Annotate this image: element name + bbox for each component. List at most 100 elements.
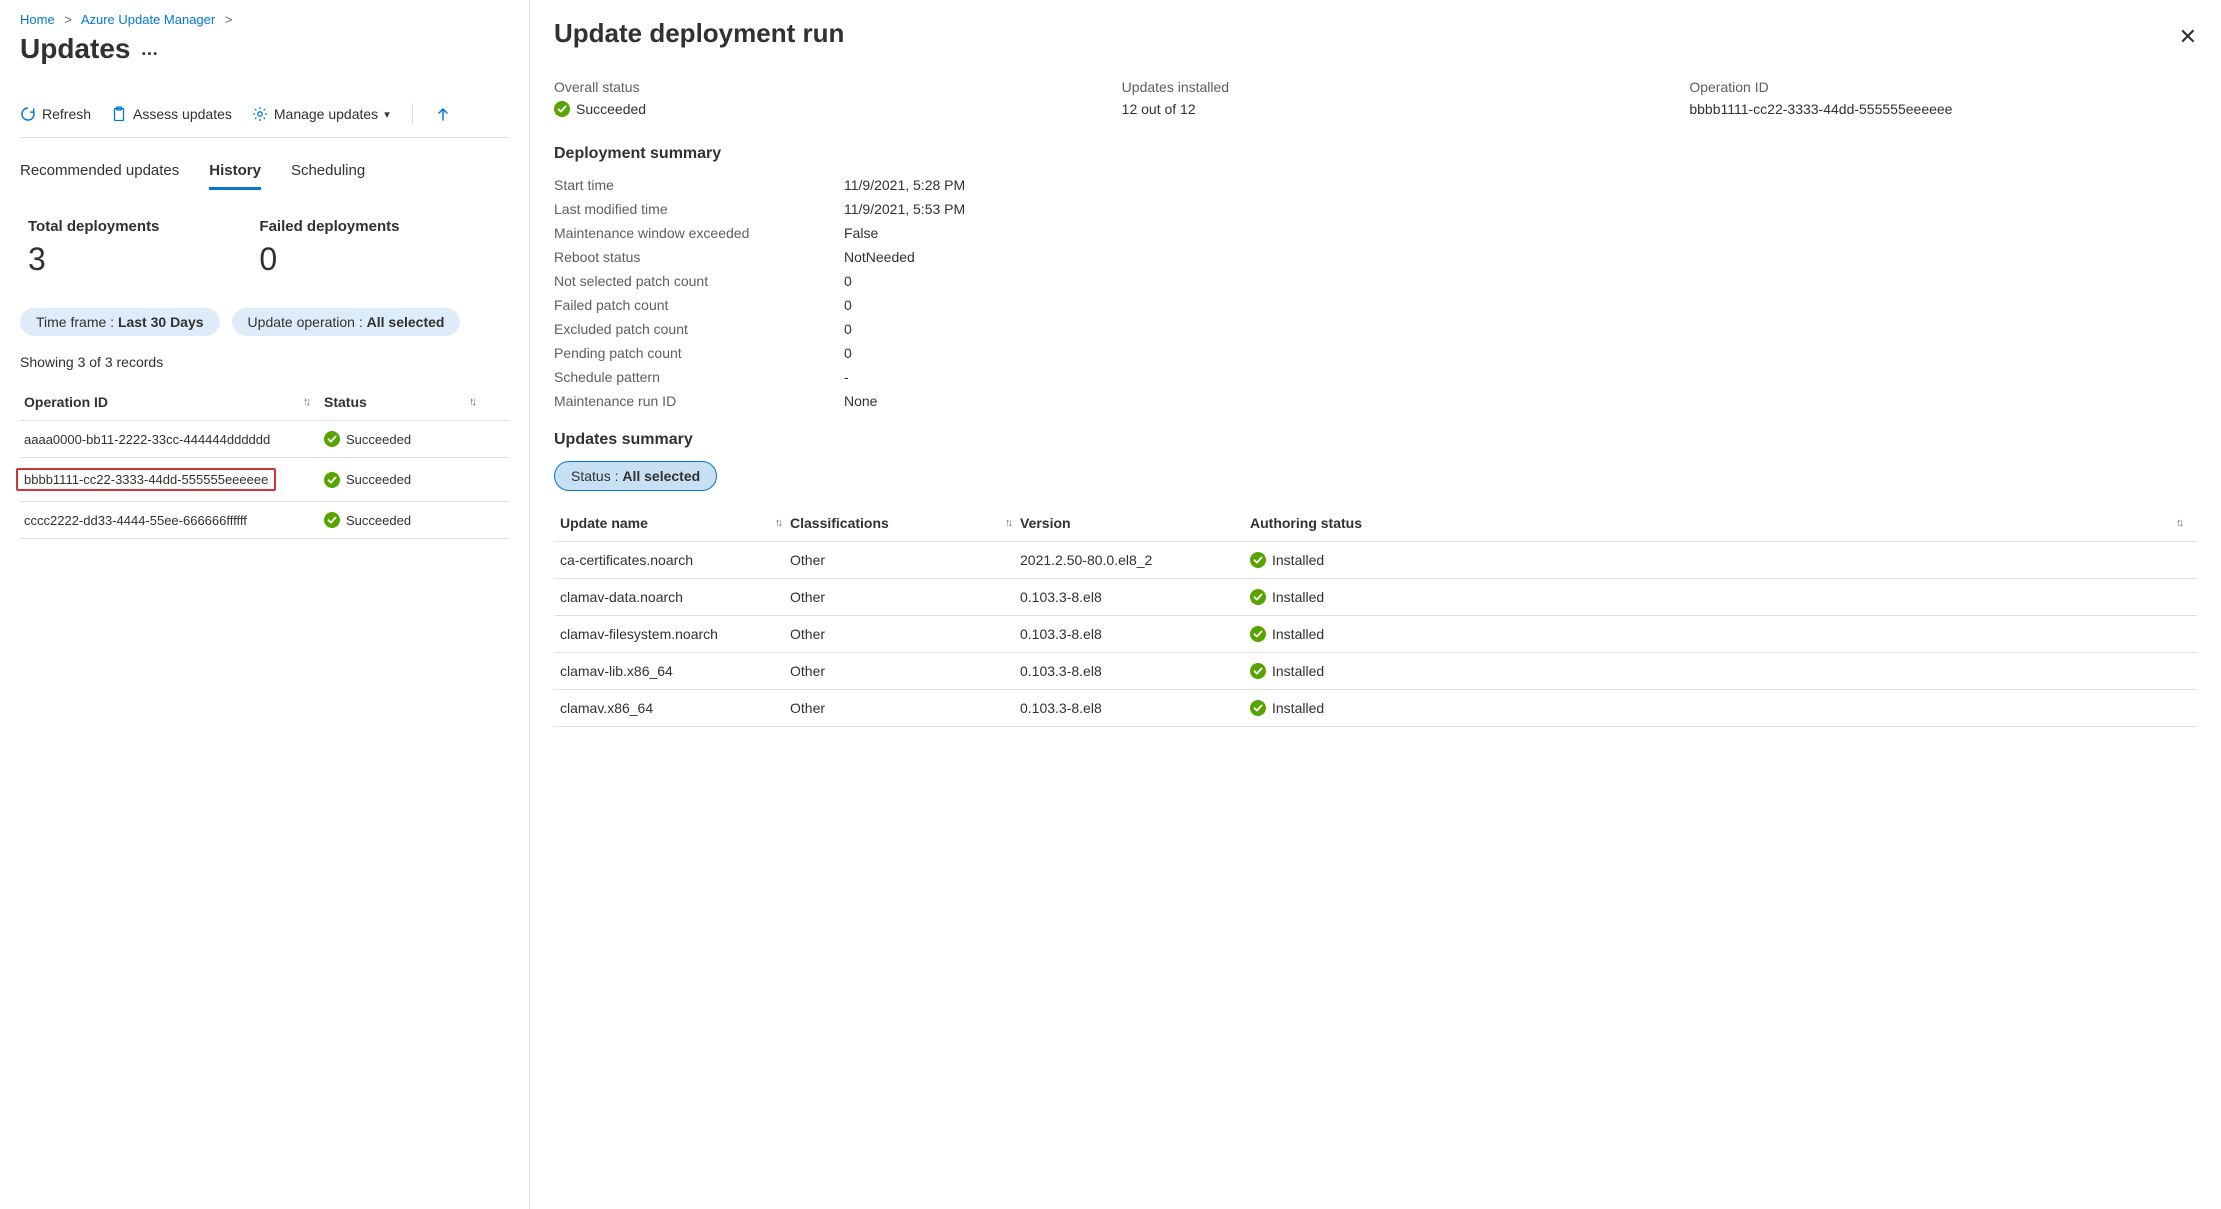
sort-icon: ↑↓ — [303, 396, 308, 408]
table-row[interactable]: bbbb1111-cc22-3333-44dd-555555eeeeeeSucc… — [20, 458, 509, 502]
kv-key: Start time — [554, 173, 844, 197]
column-status[interactable]: Status ↑↓ — [324, 394, 474, 410]
tab-history[interactable]: History — [209, 162, 261, 190]
success-icon — [554, 101, 570, 117]
tab-scheduling[interactable]: Scheduling — [291, 162, 365, 190]
grid-header: Operation ID ↑↓ Status ↑↓ — [20, 384, 509, 421]
cell-classification: Other — [790, 589, 1020, 605]
breadcrumb-sep: > — [64, 12, 72, 27]
toolbar: Refresh Assess updates Manage updates ▾ — [20, 93, 509, 138]
stat-failed: Failed deployments 0 — [259, 218, 399, 278]
kv-row: Pending patch count0 — [554, 341, 965, 365]
cell-version: 0.103.3-8.el8 — [1020, 626, 1250, 642]
kv-value: None — [844, 389, 965, 413]
kv-row: Maintenance run IDNone — [554, 389, 965, 413]
table-row[interactable]: aaaa0000-bb11-2222-33cc-444444ddddddSucc… — [20, 421, 509, 458]
overall-status-label: Overall status — [554, 79, 1062, 95]
filter-timeframe-label: Time frame : — [36, 314, 118, 330]
success-icon — [1250, 552, 1266, 568]
success-icon — [1250, 700, 1266, 716]
table-row[interactable]: cccc2222-dd33-4444-55ee-666666ffffffSucc… — [20, 502, 509, 539]
refresh-button[interactable]: Refresh — [20, 106, 91, 122]
table-row[interactable]: ca-certificates.noarchOther2021.2.50-80.… — [554, 542, 2197, 579]
records-count: Showing 3 of 3 records — [20, 354, 509, 370]
sort-icon: ↑↓ — [775, 517, 780, 529]
column-operation-id[interactable]: Operation ID ↑↓ — [24, 394, 324, 410]
operation-id: Operation ID bbbb1111-cc22-3333-44dd-555… — [1689, 79, 2197, 117]
assess-label: Assess updates — [133, 106, 232, 122]
kv-value: - — [844, 365, 965, 389]
updates-installed-value: 12 out of 12 — [1122, 101, 1630, 117]
success-icon — [324, 512, 340, 528]
table-row[interactable]: clamav.x86_64Other0.103.3-8.el8Installed — [554, 690, 2197, 727]
assess-updates-button[interactable]: Assess updates — [111, 106, 232, 122]
manage-updates-button[interactable]: Manage updates ▾ — [252, 106, 390, 122]
close-icon[interactable]: ✕ — [2179, 24, 2197, 50]
kv-value: 0 — [844, 341, 965, 365]
breadcrumb: Home > Azure Update Manager > — [20, 12, 509, 27]
cell-operation-id: aaaa0000-bb11-2222-33cc-444444dddddd — [24, 432, 324, 447]
kv-row: Reboot statusNotNeeded — [554, 245, 965, 269]
cell-status: Succeeded — [324, 512, 474, 528]
column-authoring-status[interactable]: Authoring status ↑↓ — [1250, 515, 2191, 531]
updates-grid-header: Update name ↑↓ Classifications ↑↓ Versio… — [554, 505, 2197, 542]
column-version[interactable]: Version — [1020, 515, 1250, 531]
cell-operation-id: cccc2222-dd33-4444-55ee-666666ffffff — [24, 513, 324, 528]
stat-failed-label: Failed deployments — [259, 218, 399, 235]
arrow-up-button[interactable] — [435, 106, 451, 122]
kv-key: Failed patch count — [554, 293, 844, 317]
cell-authoring-status: Installed — [1250, 626, 2191, 642]
kv-row: Not selected patch count0 — [554, 269, 965, 293]
updates-installed: Updates installed 12 out of 12 — [1122, 79, 1630, 117]
kv-value: False — [844, 221, 965, 245]
status-filter[interactable]: Status : All selected — [554, 461, 717, 491]
deployment-summary-title: Deployment summary — [554, 145, 2197, 163]
refresh-icon — [20, 106, 36, 122]
kv-row: Last modified time11/9/2021, 5:53 PM — [554, 197, 965, 221]
table-row[interactable]: clamav-data.noarchOther0.103.3-8.el8Inst… — [554, 579, 2197, 616]
overall-status-value: Succeeded — [554, 101, 1062, 117]
filter-operation-label: Update operation : — [248, 314, 367, 330]
kv-key: Last modified time — [554, 197, 844, 221]
chevron-down-icon: ▾ — [384, 108, 390, 121]
kv-value: NotNeeded — [844, 245, 965, 269]
kv-value: 0 — [844, 269, 965, 293]
updates-installed-label: Updates installed — [1122, 79, 1630, 95]
filter-operation[interactable]: Update operation : All selected — [232, 308, 461, 336]
filter-pills: Time frame : Last 30 Days Update operati… — [20, 308, 509, 336]
refresh-label: Refresh — [42, 106, 91, 122]
kv-key: Pending patch count — [554, 341, 844, 365]
cell-authoring-status: Installed — [1250, 589, 2191, 605]
table-row[interactable]: clamav-filesystem.noarchOther0.103.3-8.e… — [554, 616, 2197, 653]
arrow-up-icon — [435, 106, 451, 122]
deployments-grid: Operation ID ↑↓ Status ↑↓ aaaa0000-bb11-… — [20, 384, 509, 539]
kv-value: 11/9/2021, 5:53 PM — [844, 197, 965, 221]
toolbar-separator — [412, 103, 413, 125]
cell-version: 2021.2.50-80.0.el8_2 — [1020, 552, 1250, 568]
breadcrumb-home[interactable]: Home — [20, 12, 55, 27]
page-title-text: Updates — [20, 33, 130, 65]
column-classifications[interactable]: Classifications ↑↓ — [790, 515, 1020, 531]
tab-recommended[interactable]: Recommended updates — [20, 162, 179, 190]
kv-value: 0 — [844, 293, 965, 317]
filter-timeframe[interactable]: Time frame : Last 30 Days — [20, 308, 220, 336]
kv-value: 11/9/2021, 5:28 PM — [844, 173, 965, 197]
more-icon[interactable]: … — [140, 39, 158, 60]
cell-update-name: clamav-filesystem.noarch — [560, 626, 790, 642]
panel-title: Update deployment run — [554, 18, 2197, 49]
overall-status: Overall status Succeeded — [554, 79, 1062, 117]
kv-row: Excluded patch count0 — [554, 317, 965, 341]
stat-total: Total deployments 3 — [28, 218, 159, 278]
cell-classification: Other — [790, 626, 1020, 642]
cell-update-name: clamav.x86_64 — [560, 700, 790, 716]
updates-filter: Status : All selected — [554, 461, 2197, 491]
deployment-summary-table: Start time11/9/2021, 5:28 PMLast modifie… — [554, 173, 965, 413]
updates-summary-title: Updates summary — [554, 431, 2197, 449]
cell-status: Succeeded — [324, 431, 474, 447]
filter-operation-value: All selected — [367, 314, 445, 330]
table-row[interactable]: clamav-lib.x86_64Other0.103.3-8.el8Insta… — [554, 653, 2197, 690]
kv-row: Start time11/9/2021, 5:28 PM — [554, 173, 965, 197]
page-title: Updates … — [20, 33, 509, 65]
breadcrumb-azure-update-manager[interactable]: Azure Update Manager — [81, 12, 215, 27]
column-update-name[interactable]: Update name ↑↓ — [560, 515, 790, 531]
